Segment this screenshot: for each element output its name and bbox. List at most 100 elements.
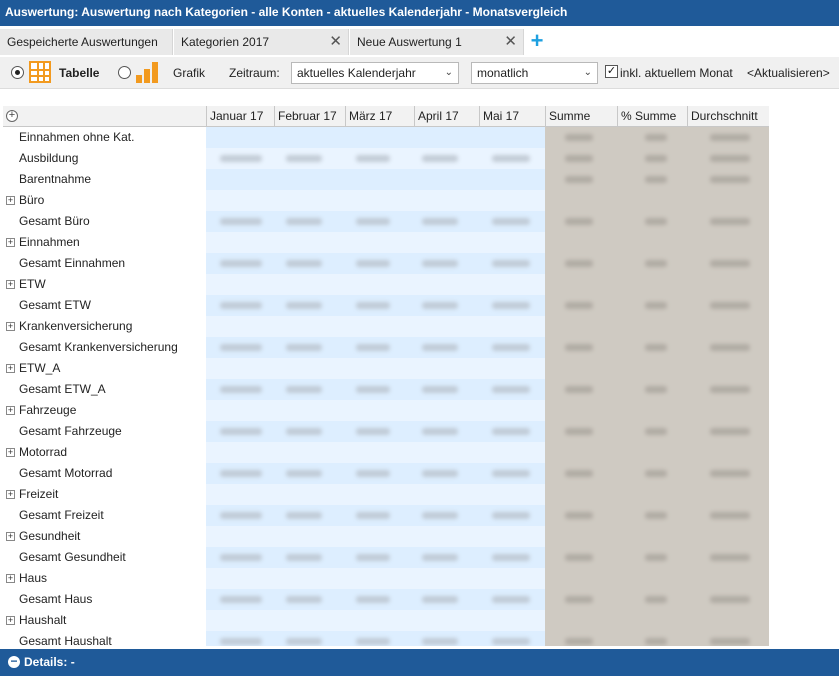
table-row[interactable]: Gesamt Haus xyxy=(3,589,769,610)
row-values xyxy=(206,484,545,505)
table-row[interactable]: Gesamt ETW_A xyxy=(3,379,769,400)
collapse-icon[interactable]: − xyxy=(8,655,20,668)
expand-icon[interactable]: + xyxy=(6,364,15,373)
tab-saved-reports[interactable]: Gespeicherte Auswertungen xyxy=(0,29,173,55)
table-row[interactable]: + Einnahmen xyxy=(3,232,769,253)
column-header[interactable]: Februar 17 xyxy=(274,106,345,127)
period-select[interactable]: aktuelles Kalenderjahr ⌄ xyxy=(291,62,459,84)
refresh-link[interactable]: <Aktualisieren> xyxy=(747,66,830,80)
expand-all-icon[interactable]: + xyxy=(6,110,18,122)
tab-new-report[interactable]: Neue Auswertung 1 ✕ xyxy=(350,29,524,55)
row-label-text: Gesamt Haushalt xyxy=(19,634,112,646)
row-label-text: Fahrzeuge xyxy=(19,403,77,417)
table-row[interactable]: + ETW_A xyxy=(3,358,769,379)
category-row-label: + Haus xyxy=(3,568,206,589)
close-icon[interactable]: ✕ xyxy=(504,29,517,55)
blurred-value xyxy=(492,386,530,393)
table-row[interactable]: + Fahrzeuge xyxy=(3,400,769,421)
total-row-label: Einnahmen ohne Kat. xyxy=(3,127,206,148)
table-row[interactable]: + Freizeit xyxy=(3,484,769,505)
expand-icon[interactable]: + xyxy=(6,280,15,289)
blurred-value xyxy=(565,134,593,141)
expand-icon[interactable]: + xyxy=(6,574,15,583)
column-header[interactable]: Januar 17 xyxy=(206,106,274,127)
blurred-value xyxy=(422,344,458,351)
row-label-text: Gesamt Haus xyxy=(19,592,93,606)
table-row[interactable]: Gesamt Gesundheit xyxy=(3,547,769,568)
expand-icon[interactable]: + xyxy=(6,490,15,499)
table-row[interactable]: Gesamt ETW xyxy=(3,295,769,316)
expand-icon[interactable]: + xyxy=(6,196,15,205)
period-select-value: aktuelles Kalenderjahr xyxy=(297,66,416,80)
row-summary xyxy=(545,211,769,232)
row-label-text: Krankenversicherung xyxy=(19,319,133,333)
table-row[interactable]: Gesamt Motorrad xyxy=(3,463,769,484)
blurred-value xyxy=(492,512,530,519)
view-table-radio[interactable] xyxy=(11,66,24,79)
add-tab-icon[interactable]: + xyxy=(526,30,548,52)
row-summary xyxy=(545,169,769,190)
table-row[interactable]: + Büro xyxy=(3,190,769,211)
close-icon[interactable]: ✕ xyxy=(329,29,342,55)
blurred-value xyxy=(286,218,322,225)
blurred-value xyxy=(492,470,530,477)
blurred-value xyxy=(356,638,390,645)
table-row[interactable]: Gesamt Haushalt xyxy=(3,631,769,646)
column-header[interactable]: Durchschnitt xyxy=(687,106,769,127)
blurred-value xyxy=(565,302,593,309)
blurred-value xyxy=(422,302,458,309)
table-row[interactable]: Gesamt Krankenversicherung xyxy=(3,337,769,358)
blurred-value xyxy=(220,470,262,477)
table-row[interactable]: + Motorrad xyxy=(3,442,769,463)
total-row-label: Gesamt Büro xyxy=(3,211,206,232)
blurred-value xyxy=(220,260,262,267)
blurred-value xyxy=(356,596,390,603)
column-header[interactable]: Summe xyxy=(545,106,617,127)
row-values xyxy=(206,610,545,631)
row-values xyxy=(206,190,545,211)
column-header[interactable]: April 17 xyxy=(414,106,479,127)
blurred-value xyxy=(645,176,667,183)
view-chart-radio[interactable] xyxy=(118,66,131,79)
table-row[interactable]: + Haus xyxy=(3,568,769,589)
table-row[interactable]: + Gesundheit xyxy=(3,526,769,547)
view-table-label: Tabelle xyxy=(59,66,100,80)
tab-label: Kategorien 2017 xyxy=(181,35,270,49)
table-row[interactable]: Barentnahme xyxy=(3,169,769,190)
table-row[interactable]: Gesamt Freizeit xyxy=(3,505,769,526)
row-summary xyxy=(545,379,769,400)
table-row[interactable]: Ausbildung xyxy=(3,148,769,169)
table-row[interactable]: Gesamt Fahrzeuge xyxy=(3,421,769,442)
blurred-value xyxy=(645,596,667,603)
expand-icon[interactable]: + xyxy=(6,616,15,625)
blurred-value xyxy=(645,512,667,519)
expand-icon[interactable]: + xyxy=(6,238,15,247)
table-row[interactable]: Gesamt Einnahmen xyxy=(3,253,769,274)
expand-icon[interactable]: + xyxy=(6,406,15,415)
row-values xyxy=(206,547,545,568)
table-row[interactable]: Einnahmen ohne Kat. xyxy=(3,127,769,148)
expand-icon[interactable]: + xyxy=(6,532,15,541)
expand-icon[interactable]: + xyxy=(6,448,15,457)
table-row[interactable]: + ETW xyxy=(3,274,769,295)
blurred-value xyxy=(220,596,262,603)
category-row-label: + Büro xyxy=(3,190,206,211)
table-row[interactable]: + Haushalt xyxy=(3,610,769,631)
blurred-value xyxy=(422,470,458,477)
column-header[interactable]: % Summe xyxy=(617,106,687,127)
details-bar[interactable]: − Details: - xyxy=(0,649,839,676)
row-summary xyxy=(545,253,769,274)
total-row-label: Gesamt Gesundheit xyxy=(3,547,206,568)
table-row[interactable]: + Krankenversicherung xyxy=(3,316,769,337)
interval-select[interactable]: monatlich ⌄ xyxy=(471,62,598,84)
tab-categories-2017[interactable]: Kategorien 2017 ✕ xyxy=(174,29,349,55)
blurred-value xyxy=(645,155,667,162)
blurred-value xyxy=(220,344,262,351)
row-summary xyxy=(545,589,769,610)
include-current-month-checkbox[interactable]: ✓ xyxy=(605,65,618,78)
expand-icon[interactable]: + xyxy=(6,322,15,331)
row-values xyxy=(206,526,545,547)
column-header[interactable]: März 17 xyxy=(345,106,414,127)
table-row[interactable]: Gesamt Büro xyxy=(3,211,769,232)
column-header[interactable]: Mai 17 xyxy=(479,106,545,127)
